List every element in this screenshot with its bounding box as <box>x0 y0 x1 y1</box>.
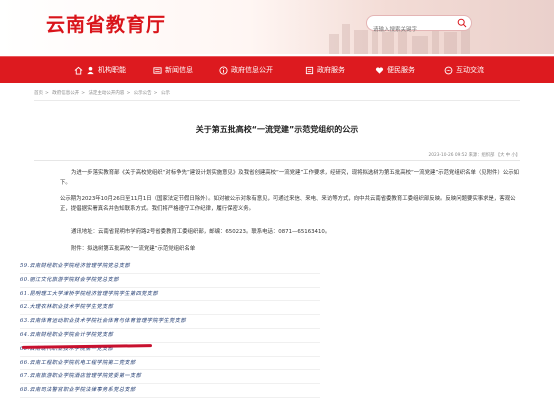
nav-item-info-public[interactable]: 政府信息公开 <box>219 57 273 83</box>
site-title[interactable]: 云南省教育厅 <box>46 10 166 37</box>
nav-label: 新闻信息 <box>165 66 193 74</box>
list-item: 64.云南财经职业学院会计学院党支部 <box>20 329 320 343</box>
nav-item-gov-service[interactable]: 政府服务 <box>305 57 345 83</box>
article-paragraph: 通讯地址：云南省昆明市学府路2号省委教育工委组织部，邮编：650223。联系电话… <box>71 229 331 235</box>
heart-icon <box>375 66 384 74</box>
breadcrumb: 首页 > 政府信息公开 > 法定主动公开内容 > 公示公告 > 公示 <box>34 91 170 96</box>
nav-label: 便民服务 <box>387 66 415 74</box>
nav-label: 政府服务 <box>317 66 345 74</box>
search-input[interactable] <box>367 23 453 37</box>
attachment-list: 59.云南财经职业学院经济管理学院党总支部 60.丽江文化旅游学院财会学院党总支… <box>20 260 320 398</box>
list-item: 63.云南体育运动职业技术学院社会体育与体育管理学院学生党支部 <box>20 315 320 329</box>
service-icon <box>305 66 314 74</box>
news-icon <box>153 66 162 74</box>
search-icon[interactable] <box>457 18 467 28</box>
site-header: 云南省教育厅 <box>0 0 554 54</box>
article-paragraph: 公示期为2023年10月26日至11月1日（国家法定节假日除外）。如对被公示对象… <box>60 196 516 212</box>
list-item: 66.云南工程职业学院机电工程学院第二党支部 <box>20 357 320 371</box>
nav-label: 政府信息公开 <box>231 66 273 74</box>
chat-icon <box>444 66 453 74</box>
list-item: 68.云南司法警官职业学院法律事务系党总支部 <box>20 384 320 398</box>
nav-item-public-service[interactable]: 便民服务 <box>375 57 415 83</box>
list-item: 61.昆明理工大学津桥学院经济管理学院学生第四党支部 <box>20 288 320 302</box>
breadcrumb-info-public[interactable]: 政府信息公开 <box>52 91 79 96</box>
article-attachment: 附件：拟选树第五批高校“一流党建”示范党组织名单 <box>71 246 196 252</box>
nav-item-interaction[interactable]: 互动交流 <box>444 57 484 83</box>
search-box <box>366 15 472 37</box>
info-icon <box>219 65 228 75</box>
main-nav: 首页 机构职能 新闻信息 政府信息公开 政府服务 便民服务 互动交流 <box>0 56 554 83</box>
list-item: 60.丽江文化旅游学院财会学院党总支部 <box>20 274 320 288</box>
nav-item-org[interactable]: 机构职能 <box>86 57 126 83</box>
list-item: 67.云南旅游职业学院酒店管理学院党委第一支部 <box>20 370 320 385</box>
nav-label: 互动交流 <box>456 66 484 74</box>
article-paragraph: 为进一步落实教育部《关于高校党组织“对标争先”建设计划实施意见》及我省创建高校“… <box>60 170 520 186</box>
list-item: 62.大理农林职业技术学院学生党支部 <box>20 301 320 316</box>
breadcrumb-home[interactable]: 首页 <box>34 91 43 96</box>
list-item: 59.云南财经职业学院经济管理学院党总支部 <box>20 260 320 274</box>
people-icon <box>87 66 94 74</box>
breadcrumb-current[interactable]: 公示 <box>161 91 170 96</box>
nav-item-home[interactable]: 首页 <box>74 57 86 83</box>
home-icon <box>74 66 83 75</box>
divider <box>34 100 520 101</box>
divider <box>34 160 520 161</box>
nav-label: 机构职能 <box>98 66 126 74</box>
article-title: 关于第五批高校“一流党建”示范党组织的公示 <box>195 125 359 134</box>
breadcrumb-notices[interactable]: 公示公告 <box>134 91 152 96</box>
breadcrumb-statutory[interactable]: 法定主动公开内容 <box>88 91 124 96</box>
article-meta: 2023-10-26 09:52 来源：组织部 【大 中 小】 <box>428 153 520 158</box>
nav-item-news[interactable]: 新闻信息 <box>153 57 193 83</box>
